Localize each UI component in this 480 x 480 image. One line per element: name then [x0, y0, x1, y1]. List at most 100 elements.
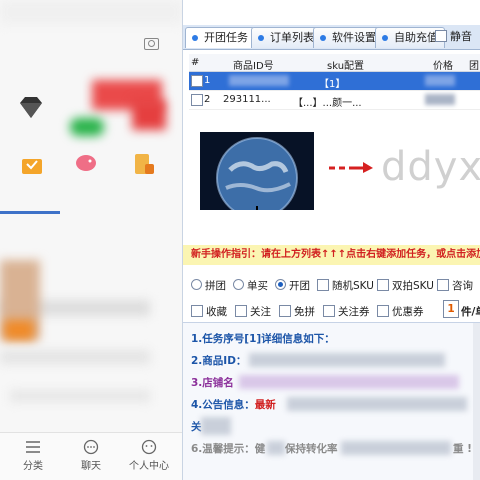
redacted-text — [239, 375, 459, 389]
detail-text: 6.温馨提示：健 — [191, 443, 266, 455]
checkbox-icon — [435, 30, 447, 42]
radio-icon — [191, 279, 202, 290]
option-group-buy[interactable]: 拼团 — [191, 278, 226, 293]
detail-scrollbar[interactable] — [473, 323, 480, 480]
tool-window: 开团任务 订单列表 软件设置 自助充值 静音 # 商品ID号 sku配置 价格 … — [183, 0, 480, 480]
option-label: 关注券 — [338, 306, 370, 318]
column-header[interactable]: 团 — [469, 57, 479, 72]
row-product-id: 293111... — [223, 94, 271, 105]
row-checkbox[interactable] — [191, 94, 203, 106]
detail-line: 6.温馨提示：健 — [191, 441, 265, 456]
checkbox-icon — [323, 305, 335, 317]
row-index: 1 — [204, 75, 211, 86]
detail-line: 重 ! — [453, 443, 472, 455]
radio-selected-icon — [275, 279, 286, 290]
redacted-text — [201, 417, 231, 435]
tab-label: 订单列表 — [270, 31, 314, 44]
option-follow-coupon[interactable]: 关注券 — [323, 304, 370, 319]
divider-line — [0, 211, 60, 214]
checkbox-icon — [279, 305, 291, 317]
option-follow[interactable]: 关注 — [235, 304, 271, 319]
row-sku: 【1】 — [319, 79, 346, 90]
nav-chat[interactable]: 聊天 — [66, 439, 116, 472]
piggy-bank-icon[interactable] — [74, 150, 98, 174]
camera-icon[interactable] — [144, 38, 159, 50]
quantity-input[interactable]: 1 — [443, 300, 459, 318]
list-item — [0, 350, 150, 364]
option-favorite[interactable]: 收藏 — [191, 304, 227, 319]
task-detail-panel: 1.任务序号[1]详细信息如下： 2.商品ID： 3.店铺名 4.公告信息：最新… — [183, 322, 480, 480]
nav-label: 个人中心 — [129, 461, 169, 472]
option-no-group[interactable]: 免拼 — [279, 304, 315, 319]
checkbox-icon — [235, 305, 247, 317]
option-label: 单买 — [247, 280, 268, 292]
product-image-area: ddyxy — [189, 124, 480, 234]
row-checkbox[interactable] — [191, 75, 203, 87]
column-header[interactable]: 价格 — [433, 57, 453, 72]
column-header[interactable]: sku配置 — [327, 57, 364, 72]
checkbox-icon — [437, 279, 449, 291]
option-label: 随机SKU — [332, 280, 374, 292]
nav-profile[interactable]: 个人中心 — [124, 439, 174, 472]
promo-icon[interactable] — [132, 100, 166, 130]
green-icon[interactable] — [70, 118, 104, 136]
nav-label: 聊天 — [81, 461, 101, 472]
detail-line: 2.商品ID： — [191, 355, 247, 367]
option-open-group[interactable]: 开团 — [275, 278, 310, 293]
option-label: 免拼 — [294, 306, 315, 318]
detail-line: 保持转化率 — [285, 443, 338, 455]
detail-line: 4.公告信息：最新 — [191, 397, 276, 412]
table-row[interactable]: 1 【1】 — [189, 72, 480, 91]
quantity-unit: 件/单 — [461, 306, 480, 318]
column-header[interactable]: 商品ID号 — [233, 57, 274, 72]
tab-order-list[interactable]: 订单列表 — [251, 27, 321, 48]
radio-dot-icon — [320, 35, 326, 41]
radio-dot-icon — [258, 35, 264, 41]
task-grid: # 商品ID号 sku配置 价格 团 1 【1】 2 293111... 【..… — [189, 54, 480, 110]
bag-icon[interactable] — [20, 152, 44, 176]
option-single-buy[interactable]: 单买 — [233, 278, 268, 293]
column-header[interactable]: # — [191, 57, 199, 68]
option-label: 收藏 — [206, 306, 227, 318]
tab-software-settings[interactable]: 软件设置 — [313, 27, 383, 48]
option-label: 优惠券 — [392, 306, 424, 318]
redacted-text — [267, 441, 285, 455]
detail-line: 关 — [191, 421, 202, 433]
mute-checkbox[interactable]: 静音 — [435, 29, 472, 45]
option-double-sku[interactable]: 双拍SKU — [377, 278, 434, 293]
coupon-icon[interactable] — [132, 152, 156, 176]
option-label: 开团 — [289, 280, 310, 292]
checkbox-icon — [317, 279, 329, 291]
list-item — [10, 390, 150, 402]
option-label: 双拍SKU — [392, 280, 434, 292]
mute-label: 静音 — [450, 30, 472, 43]
nav-category[interactable]: 分类 — [8, 439, 58, 472]
detail-line: 1.任务序号[1]详细信息如下： — [191, 333, 335, 345]
checkbox-icon — [377, 279, 389, 291]
phone-app-panel: 分类 聊天 个人中心 — [0, 0, 183, 480]
redacted-price — [425, 75, 455, 86]
bottom-nav: 分类 聊天 个人中心 — [0, 432, 182, 480]
option-coupon[interactable]: 优惠券 — [377, 304, 424, 319]
tab-group-task[interactable]: 开团任务 — [185, 27, 255, 48]
price-badge — [4, 320, 34, 340]
nav-label: 分类 — [23, 461, 43, 472]
tab-label: 软件设置 — [332, 31, 376, 44]
redacted-text — [341, 441, 451, 455]
table-row[interactable]: 2 293111... 【...】...颜一... — [189, 91, 480, 110]
redacted-product-id — [229, 75, 289, 86]
detail-text: 4.公告信息： — [191, 399, 255, 411]
radio-dot-icon — [382, 35, 388, 41]
chat-icon — [83, 439, 99, 455]
option-consult[interactable]: 咨询 — [437, 278, 473, 293]
redacted-text — [249, 353, 445, 367]
radio-dot-icon — [192, 35, 198, 41]
tab-label: 开团任务 — [204, 31, 248, 44]
list-icon — [26, 441, 40, 453]
option-random-sku[interactable]: 随机SKU — [317, 278, 374, 293]
earth-image[interactable] — [200, 132, 314, 210]
checkbox-icon — [377, 305, 389, 317]
arrow-icon — [329, 162, 373, 173]
diamond-icon[interactable] — [18, 94, 44, 120]
radio-icon — [233, 279, 244, 290]
